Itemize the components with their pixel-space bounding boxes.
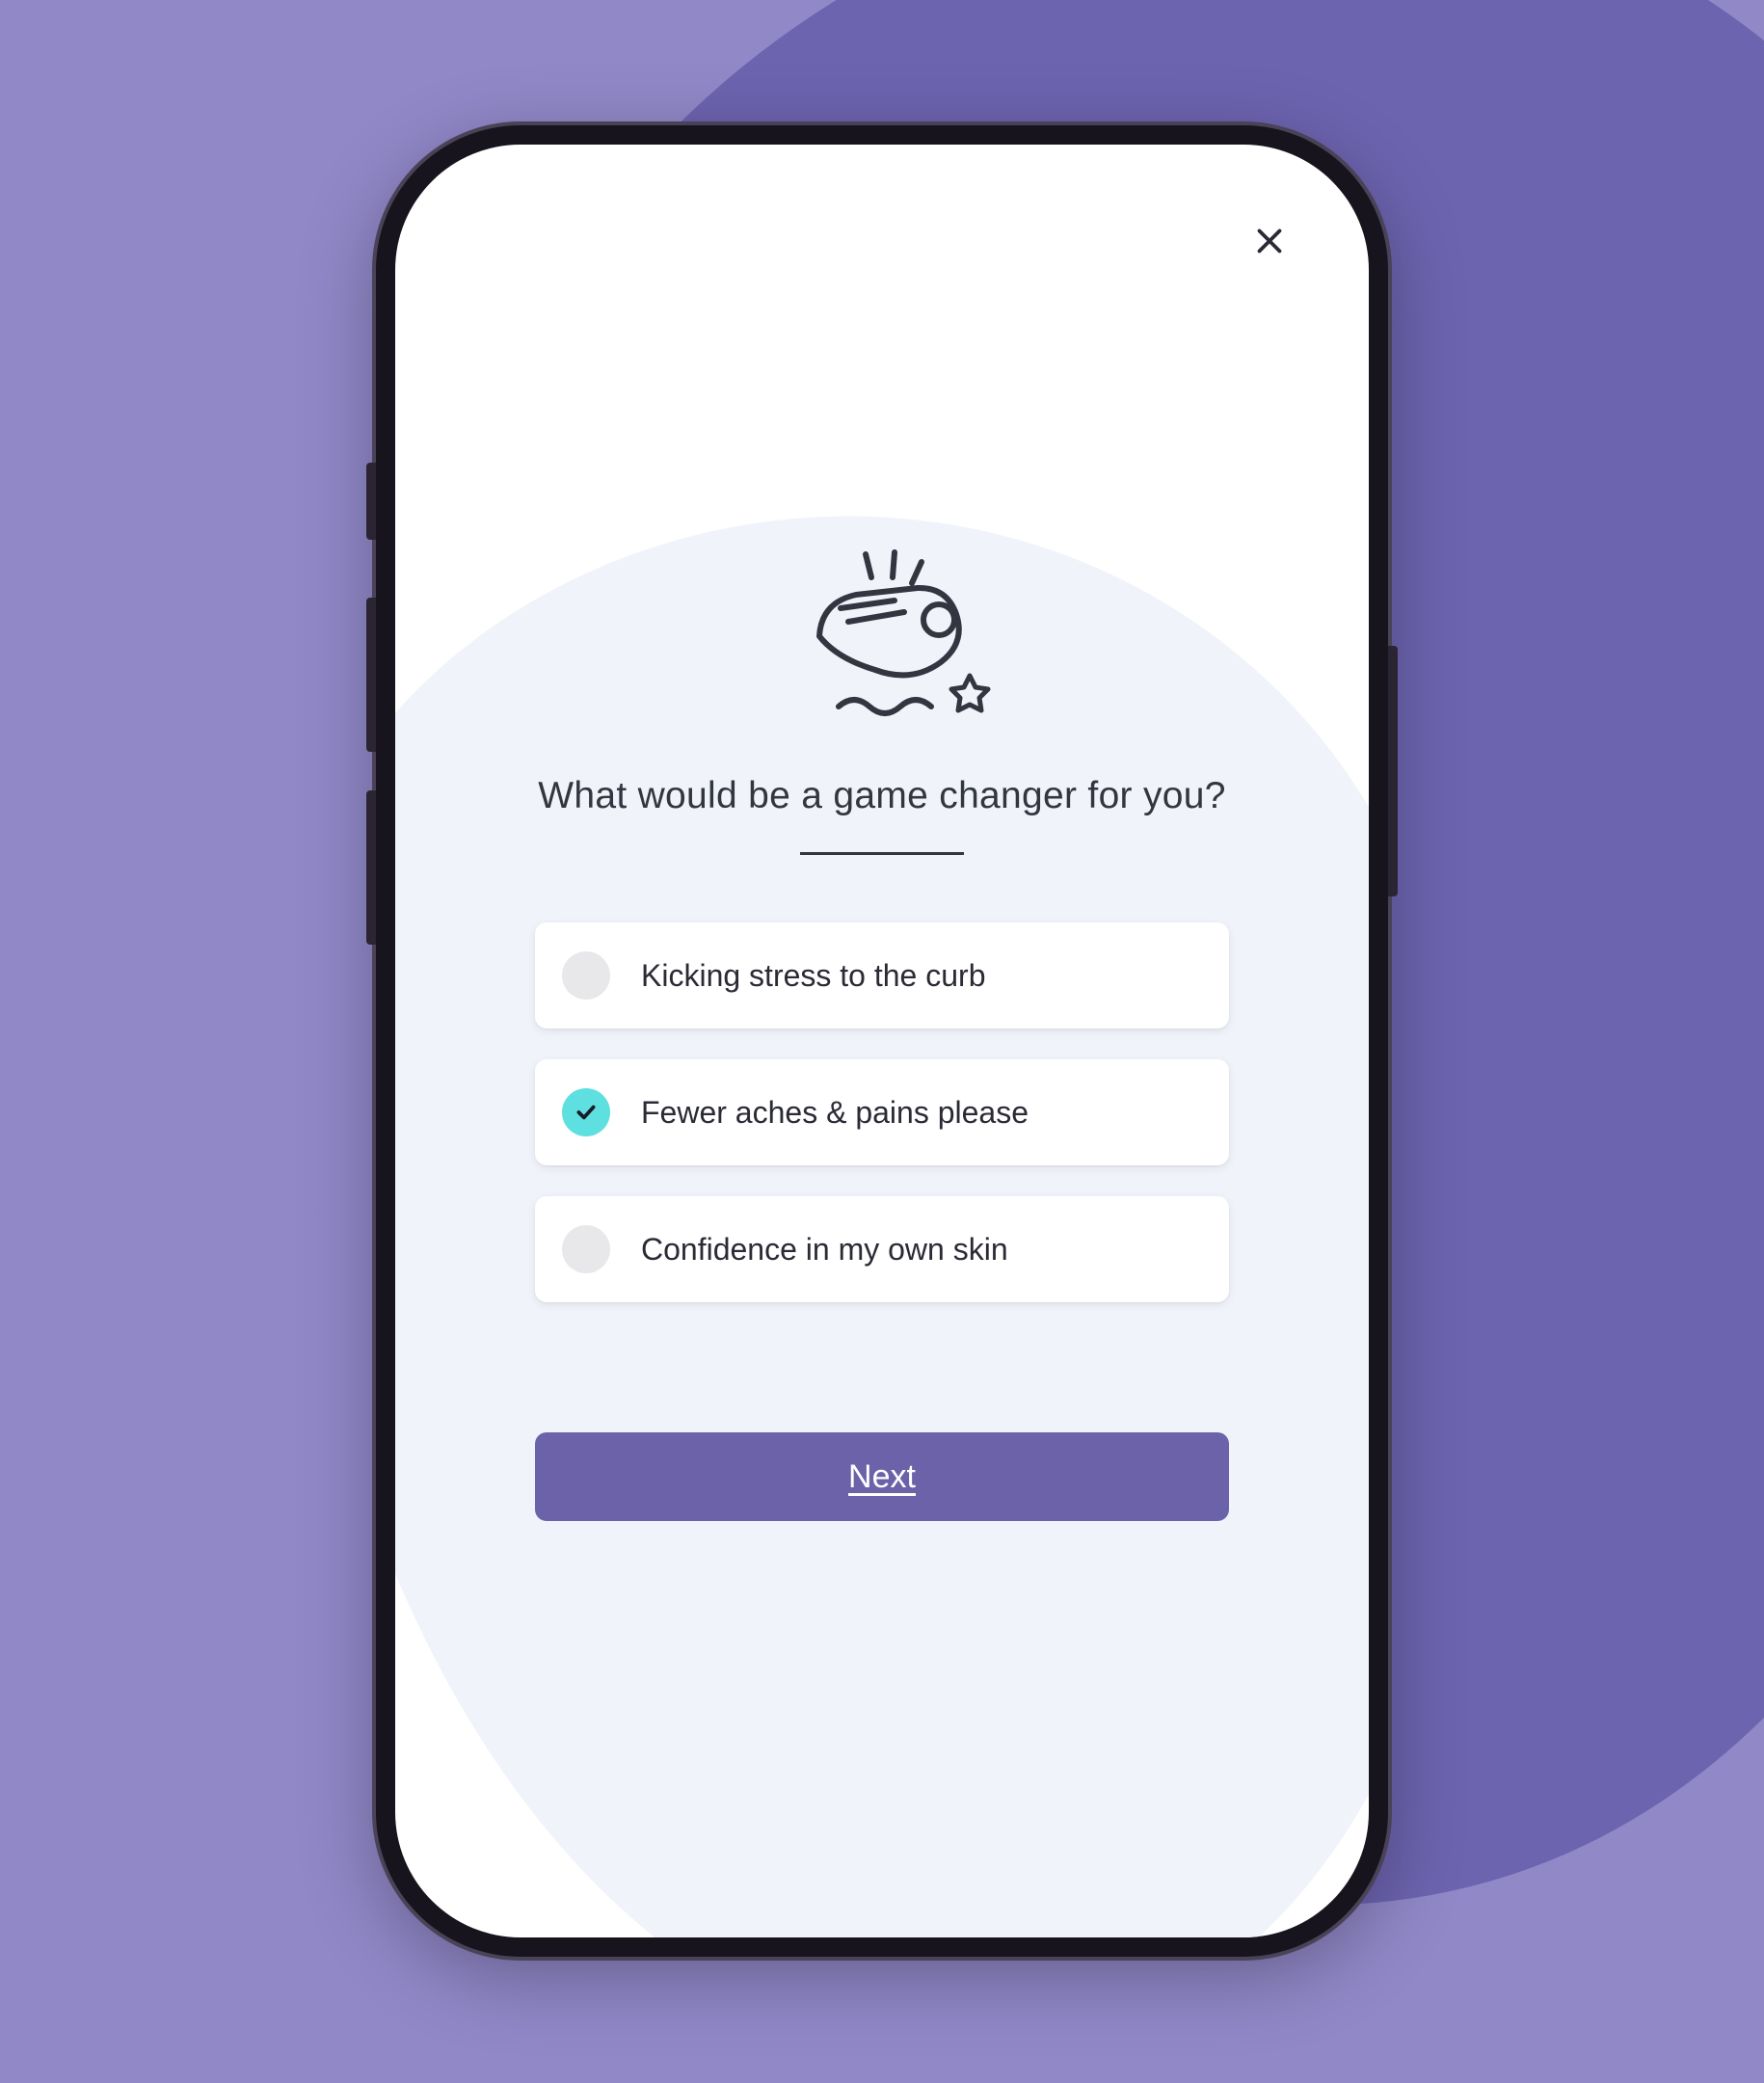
whistle-icon <box>747 540 1017 752</box>
check-icon <box>574 1100 599 1125</box>
heading-underline <box>800 852 964 855</box>
phone-frame: What would be a game changer for you? Ki… <box>376 125 1388 1957</box>
option-label: Confidence in my own skin <box>641 1232 1008 1268</box>
option-label: Fewer aches & pains please <box>641 1095 1029 1131</box>
option-label: Kicking stress to the curb <box>641 958 985 994</box>
content-area: What would be a game changer for you? Ki… <box>395 145 1369 1937</box>
radio-selected <box>562 1088 610 1136</box>
options-list: Kicking stress to the curb Fewer aches &… <box>535 922 1229 1302</box>
close-button[interactable] <box>1243 214 1296 268</box>
option-confidence[interactable]: Confidence in my own skin <box>535 1196 1229 1302</box>
close-icon <box>1252 224 1287 258</box>
phone-volume-down-button <box>366 790 376 945</box>
option-aches[interactable]: Fewer aches & pains please <box>535 1059 1229 1165</box>
phone-volume-up-button <box>366 598 376 752</box>
phone-power-button <box>1388 646 1398 896</box>
radio-unselected <box>562 1225 610 1273</box>
phone-screen: What would be a game changer for you? Ki… <box>395 145 1369 1937</box>
option-stress[interactable]: Kicking stress to the curb <box>535 922 1229 1028</box>
radio-unselected <box>562 951 610 1000</box>
next-button[interactable]: Next <box>535 1432 1229 1521</box>
question-heading: What would be a game changer for you? <box>538 775 1226 817</box>
phone-side-button <box>366 463 376 540</box>
next-button-label: Next <box>848 1458 916 1496</box>
